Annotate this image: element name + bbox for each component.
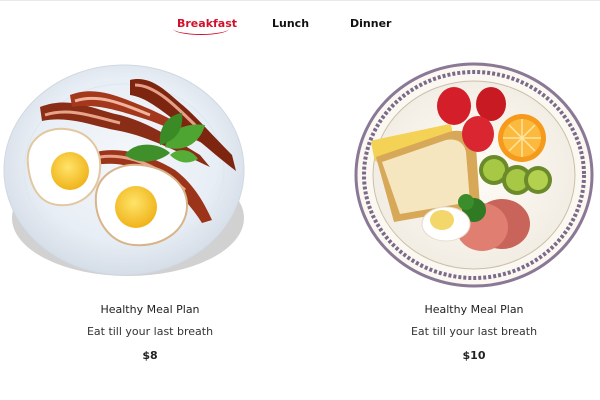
meal-card-toast-fruit[interactable]: Healthy Meal Plan Eat till your last bre…	[324, 0, 600, 400]
meal-title: Healthy Meal Plan	[424, 303, 524, 316]
meal-subtitle: Eat till your last breath	[410, 325, 538, 338]
bacon-and-eggs-plate-image	[0, 55, 250, 289]
meal-subtitle: Eat till your last breath	[86, 325, 214, 338]
meal-price: $10	[462, 349, 486, 362]
toast-fruit-plate-image	[354, 62, 594, 294]
meal-price: $8	[142, 349, 158, 362]
meal-title: Healthy Meal Plan	[100, 303, 200, 316]
meal-card-breakfast[interactable]: Healthy Meal Plan Eat till your last bre…	[0, 0, 300, 400]
